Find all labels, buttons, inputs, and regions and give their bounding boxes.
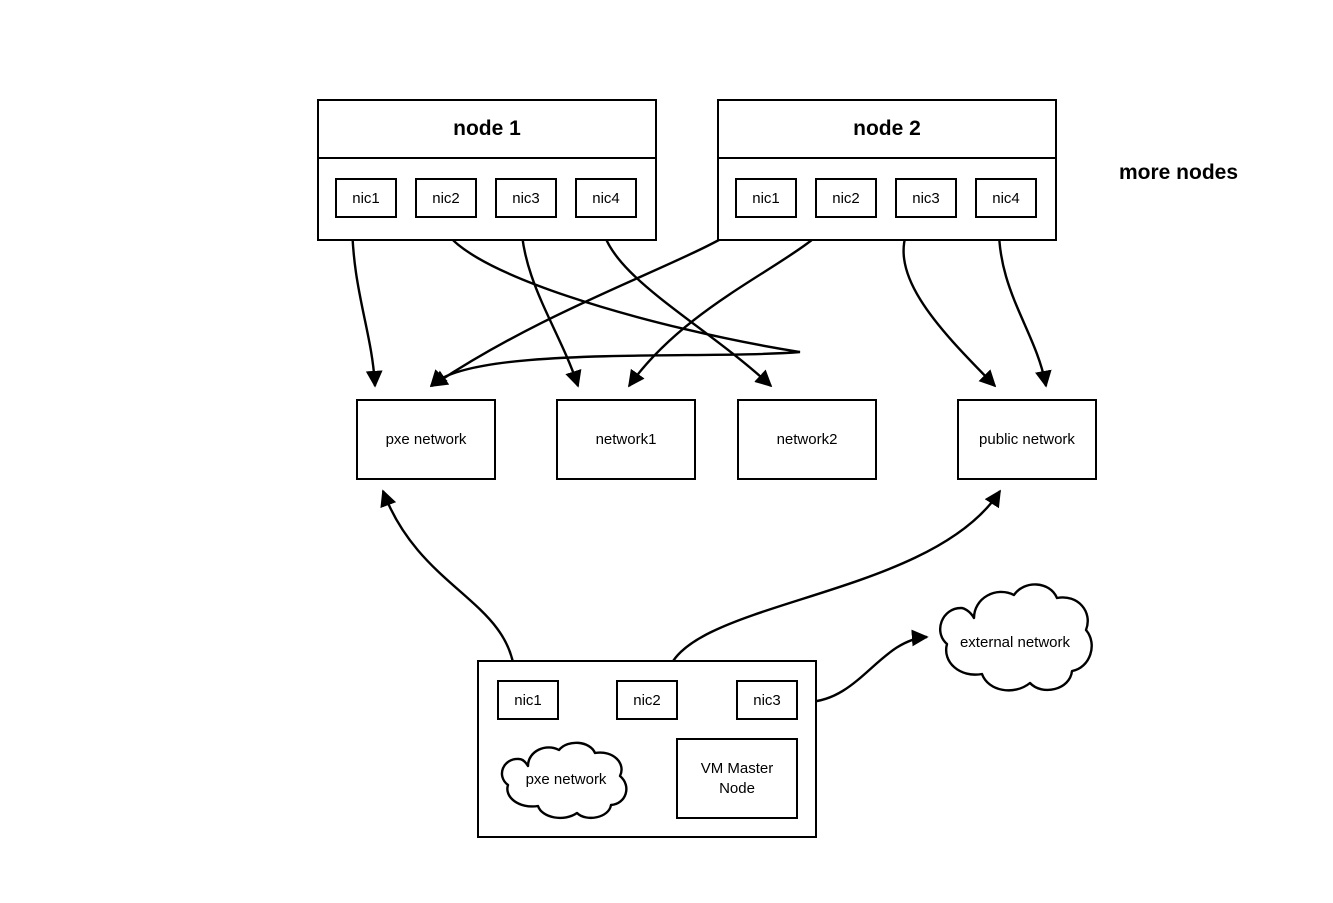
edge-vmnic1-pxe — [380, 489, 517, 677]
node-2-nic4-label: nic4 — [992, 189, 1020, 207]
external-network-cloud[interactable]: external network — [930, 576, 1100, 698]
vm-nic2-label: nic2 — [633, 691, 661, 709]
vm-nic2[interactable]: nic2 — [616, 680, 678, 720]
edge-vmnic3-external — [807, 629, 929, 704]
node-2-container[interactable]: node 2 — [717, 99, 1057, 241]
node-1-nic2[interactable]: nic2 — [415, 178, 477, 218]
edge-node2nic3-public — [902, 219, 997, 388]
edge-node1nic3-net1 — [519, 217, 582, 388]
node-2-nic3-label: nic3 — [912, 189, 940, 207]
edge-node2nic2-net1 — [628, 219, 834, 388]
vm-master-node-label-line1: VM Master — [700, 760, 774, 777]
node-1-nic4[interactable]: nic4 — [575, 178, 637, 218]
node-1-nic4-label: nic4 — [592, 189, 620, 207]
node-1-title: node 1 — [319, 101, 655, 159]
edge-node1nic2-pxe — [429, 217, 801, 388]
edge-node2nic1-pxe — [430, 219, 752, 387]
vm-nic1-label: nic1 — [514, 691, 542, 709]
vm-master-node-box[interactable]: VM Master Node — [676, 738, 798, 819]
network-box-public-label: public network — [979, 430, 1075, 448]
node-2-nic2[interactable]: nic2 — [815, 178, 877, 218]
network-box-pxe[interactable]: pxe network — [356, 399, 496, 480]
node-1-nic3[interactable]: nic3 — [495, 178, 557, 218]
network-box-public[interactable]: public network — [957, 399, 1097, 480]
vm-nic3[interactable]: nic3 — [736, 680, 798, 720]
node-2-nic1[interactable]: nic1 — [735, 178, 797, 218]
network-box-network1[interactable]: network1 — [556, 399, 696, 480]
vm-master-node-label-line2: Node — [719, 779, 755, 797]
node-1-nic1[interactable]: nic1 — [335, 178, 397, 218]
node-2-nic4[interactable]: nic4 — [975, 178, 1037, 218]
diagram-canvas: node 1 nic1 nic2 nic3 nic4 node 2 nic1 n… — [0, 0, 1333, 903]
node-2-nic2-label: nic2 — [832, 189, 860, 207]
vm-nic3-label: nic3 — [753, 691, 781, 709]
node-1-nic2-label: nic2 — [432, 189, 460, 207]
network-box-network2[interactable]: network2 — [737, 399, 877, 480]
node-1-container[interactable]: node 1 — [317, 99, 657, 241]
node-2-nic3[interactable]: nic3 — [895, 178, 957, 218]
external-network-label: external network — [959, 634, 1071, 651]
edge-node1nic1-pxe — [350, 217, 383, 388]
node-2-nic1-label: nic1 — [752, 189, 780, 207]
node-1-nic3-label: nic3 — [512, 189, 540, 207]
network-box-network2-label: network2 — [776, 430, 838, 448]
node-1-nic1-label: nic1 — [352, 189, 380, 207]
vm-pxe-network-cloud[interactable]: pxe network — [492, 738, 640, 824]
node-2-title: node 2 — [719, 101, 1055, 159]
vm-nic1[interactable]: nic1 — [497, 680, 559, 720]
edge-node2nic4-public — [997, 219, 1052, 388]
network-box-network1-label: network1 — [595, 430, 657, 448]
vm-pxe-network-label: pxe network — [525, 771, 607, 788]
network-box-pxe-label: pxe network — [385, 430, 467, 448]
edge-node1nic4-net2 — [599, 217, 773, 388]
more-nodes-label: more nodes — [1119, 161, 1239, 184]
